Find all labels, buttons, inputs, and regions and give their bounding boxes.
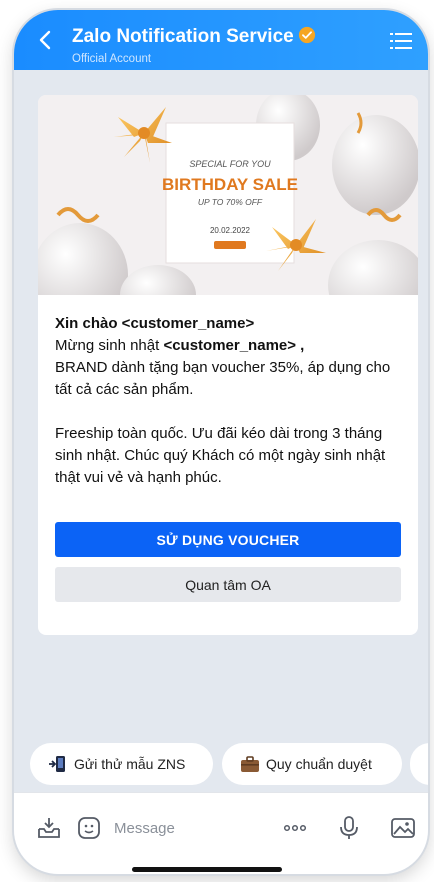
birthday-line-prefix: Mừng sinh nhật [55, 337, 164, 354]
approval-rules-chip[interactable]: Quy chuẩn duyệt [222, 743, 402, 785]
inbox-download-icon[interactable] [36, 815, 62, 841]
phone-send-icon [49, 756, 65, 772]
voucher-text: BRAND dành tặng bạn voucher 35%, áp dụng… [55, 359, 391, 398]
phone-frame: Zalo Notification Service Official Accou… [14, 10, 428, 874]
banner-line3: UP TO 70% OFF [198, 197, 263, 207]
birthday-banner-image: SPECIAL FOR YOU BIRTHDAY SALE UP TO 70% … [38, 95, 418, 295]
message-input-bar: Message [14, 792, 428, 874]
freeship-text: Freeship toàn quốc. Ưu đãi kéo dài trong… [55, 425, 386, 486]
send-test-zns-chip[interactable]: Gửi thử mẫu ZNS [30, 743, 213, 785]
chat-subtitle: Official Account [72, 53, 152, 65]
image-icon[interactable] [390, 815, 416, 841]
birthday-line: Mừng sinh nhật <customer_name> , [55, 335, 405, 357]
more-chip-partial[interactable] [410, 743, 428, 785]
more-options-icon[interactable] [282, 815, 308, 841]
menu-list-icon[interactable] [390, 32, 412, 50]
message-body: Xin chào <customer_name> Mừng sinh nhật … [55, 313, 405, 489]
customer-name-text: <customer_name> , [163, 337, 305, 354]
use-voucher-button[interactable]: SỬ DỤNG VOUCHER [55, 522, 401, 557]
message-card: SPECIAL FOR YOU BIRTHDAY SALE UP TO 70% … [38, 95, 418, 635]
banner-date: 20.02.2022 [210, 226, 251, 235]
chat-title[interactable]: Zalo Notification Service [72, 26, 316, 48]
sticker-icon[interactable] [76, 815, 102, 841]
verified-badge-icon [298, 26, 315, 44]
approval-rules-label: Quy chuẩn duyệt [266, 756, 372, 772]
send-test-zns-label: Gửi thử mẫu ZNS [74, 756, 186, 772]
back-arrow-icon[interactable] [34, 28, 58, 52]
microphone-icon[interactable] [336, 815, 362, 841]
chat-title-text: Zalo Notification Service [72, 26, 294, 47]
banner-line1: SPECIAL FOR YOU [189, 159, 271, 169]
banner-line2: BIRTHDAY SALE [162, 175, 298, 194]
greeting-text: Xin chào <customer_name> [55, 315, 255, 332]
home-indicator[interactable] [132, 867, 282, 872]
chat-header: Zalo Notification Service Official Accou… [14, 10, 428, 70]
briefcase-icon [241, 756, 259, 772]
follow-oa-button[interactable]: Quan tâm OA [55, 567, 401, 602]
message-input[interactable]: Message [114, 820, 175, 837]
